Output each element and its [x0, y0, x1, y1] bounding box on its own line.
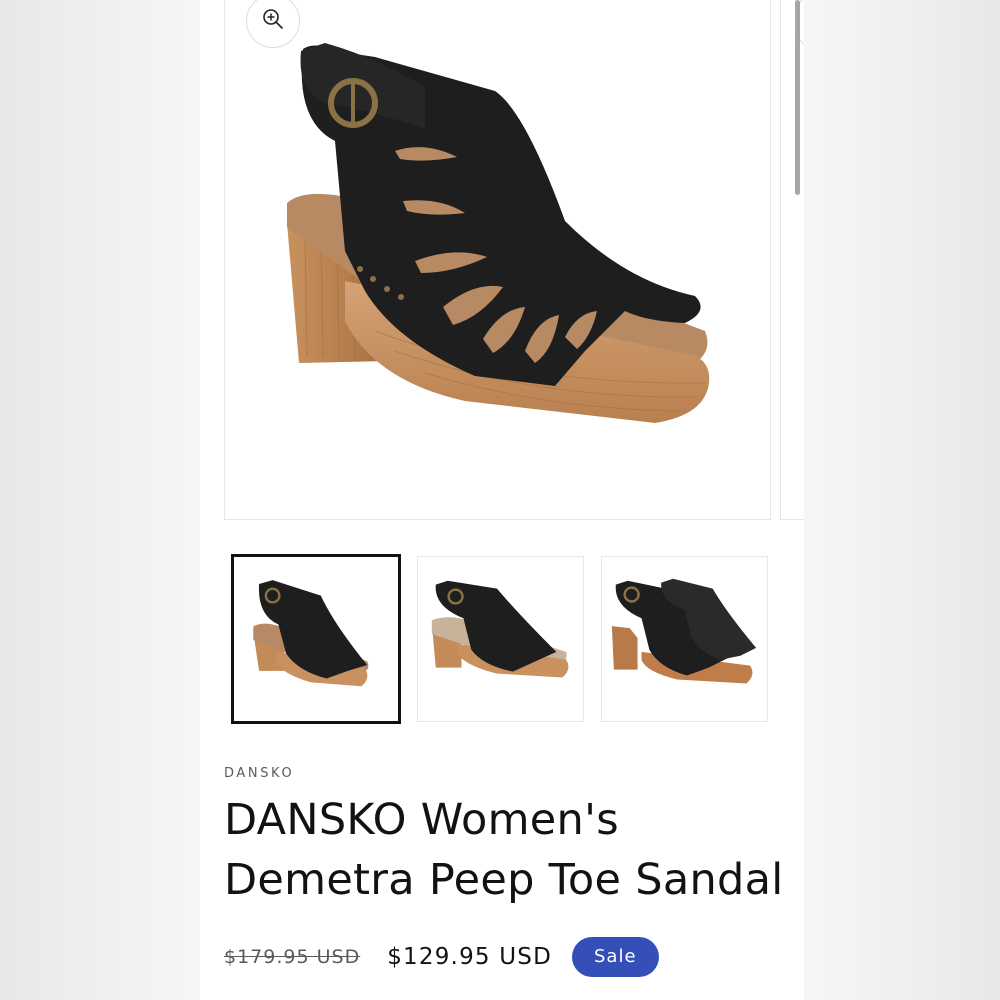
product-title-line-1: DANSKO Women's	[224, 795, 619, 845]
product-vendor: DANSKO	[224, 766, 295, 781]
thumbnail-3-image	[611, 578, 757, 684]
thumbnail-2-image	[431, 580, 569, 678]
thumbnail-1-image	[253, 580, 369, 687]
scrollbar[interactable]	[795, 0, 800, 195]
zoom-in-icon	[262, 8, 284, 34]
blurred-backdrop-left	[0, 0, 200, 1000]
blurred-backdrop-right	[804, 0, 1000, 1000]
sandal-illustration	[287, 43, 710, 423]
sale-badge: Sale	[572, 937, 659, 977]
product-title-line-2: Demetra Peep Toe Sandal	[224, 855, 784, 905]
thumbnail-2[interactable]	[417, 556, 584, 722]
main-product-image[interactable]	[224, 0, 771, 520]
phone-screen: DANSKO DANSKO Women's Demetra Peep Toe S…	[200, 0, 804, 1000]
thumbnail-3[interactable]	[601, 556, 768, 722]
price-row: $179.95 USD $129.95 USD Sale	[224, 936, 659, 978]
next-product-image-peek[interactable]	[780, 0, 804, 520]
thumbnail-1[interactable]	[231, 554, 401, 724]
product-title: DANSKO Women's Demetra Peep Toe Sandal	[224, 790, 794, 910]
compare-at-price: $179.95 USD	[224, 946, 361, 968]
sale-price: $129.95 USD	[387, 944, 552, 970]
